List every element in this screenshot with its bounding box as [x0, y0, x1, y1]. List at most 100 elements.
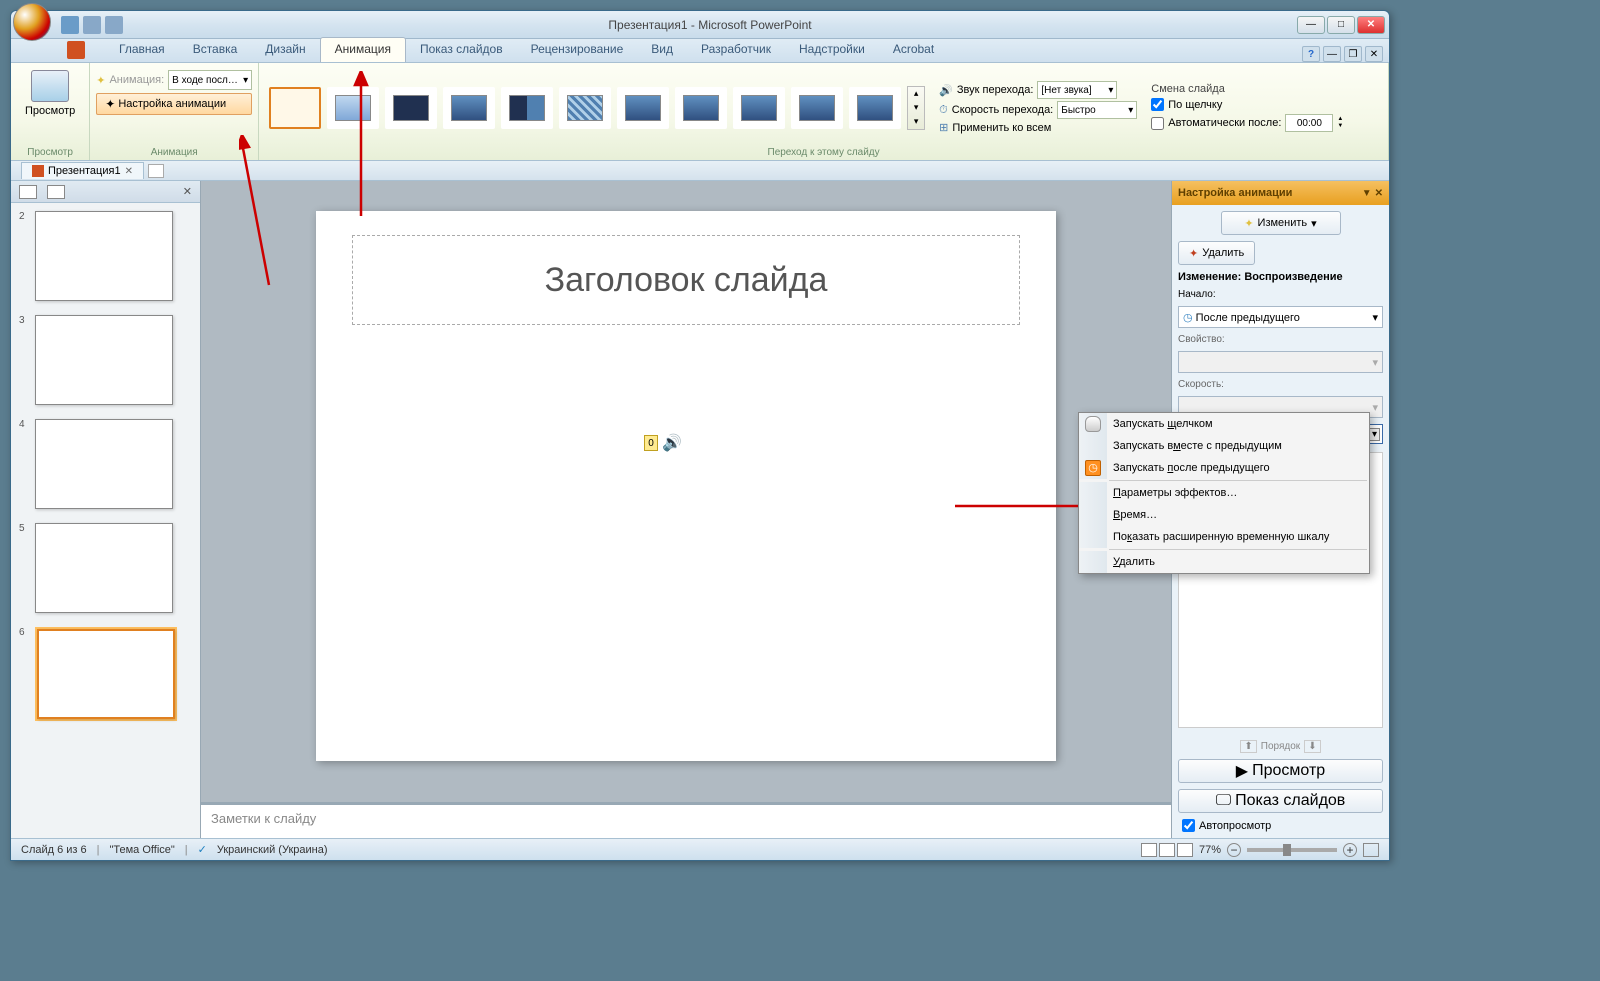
tab-home[interactable]: Главная [105, 38, 179, 62]
language-label[interactable]: Украинский (Украина) [217, 844, 328, 856]
maximize-button[interactable]: □ [1327, 16, 1355, 34]
transition-options: 🔊 Звук перехода: [Нет звука]▾ ⏱ Скорость… [929, 77, 1141, 134]
tab-developer[interactable]: Разработчик [687, 38, 785, 62]
sorter-view-icon[interactable] [1159, 843, 1175, 857]
slide[interactable]: Заголовок слайда 0 🔊 [316, 211, 1056, 761]
tab-view[interactable]: Вид [637, 38, 687, 62]
tab-animation[interactable]: Анимация [320, 37, 406, 62]
doc-close-button[interactable]: ✕ [1365, 46, 1383, 62]
slide-thumbnail[interactable]: 6 [19, 627, 192, 721]
save-icon[interactable] [61, 16, 79, 34]
pp-launch-icon[interactable] [67, 41, 85, 59]
slide-advance-group: Смена слайда По щелчку Автоматически пос… [1141, 79, 1351, 132]
ctx-start-onclick[interactable]: Запускать щелчком [1079, 413, 1369, 435]
preview-button[interactable]: Просмотр [17, 66, 83, 121]
star-icon: ✦ [96, 74, 105, 87]
speaker-icon: 🔊 [662, 433, 682, 453]
close-button[interactable]: ✕ [1357, 16, 1385, 34]
ctx-start-afterprev[interactable]: ◷ Запускать после предыдущего [1079, 457, 1369, 479]
redo-icon[interactable] [105, 16, 123, 34]
pane-preview-button[interactable]: ▶Просмотр [1178, 759, 1383, 783]
document-tab[interactable]: Презентация1 ✕ [21, 162, 144, 179]
tab-close-icon[interactable]: ✕ [125, 166, 133, 177]
tab-slideshow[interactable]: Показ слайдов [406, 38, 517, 62]
title-placeholder[interactable]: Заголовок слайда [352, 235, 1020, 325]
apply-to-all-button[interactable]: ⊞ Применить ко всем [939, 121, 1137, 134]
office-button[interactable] [13, 3, 51, 41]
speed-icon: ⏱ [939, 104, 948, 117]
tab-review[interactable]: Рецензирование [517, 38, 638, 62]
transition-more-button[interactable]: ▴▾▾ [907, 86, 925, 130]
lang-icon[interactable]: ✓ [198, 843, 207, 856]
autopreview-checkbox[interactable] [1182, 819, 1195, 832]
doc-tab-new-icon[interactable] [148, 164, 164, 178]
window-controls: — □ ✕ [1297, 16, 1385, 34]
ctx-effect-params[interactable]: Параметры эффектов… [1079, 482, 1369, 504]
undo-icon[interactable] [83, 16, 101, 34]
property-combo: ▾ [1178, 351, 1383, 373]
transition-none[interactable] [269, 87, 321, 129]
pane-menu-icon[interactable]: ▼ [1362, 188, 1372, 199]
slide-thumbnail[interactable]: 5 [19, 523, 192, 613]
help-icon[interactable]: ? [1302, 46, 1320, 62]
notes-pane[interactable]: Заметки к слайду [201, 802, 1171, 838]
pane-close-icon[interactable]: ✕ [1375, 188, 1383, 199]
slideshow-view-icon[interactable] [1177, 843, 1193, 857]
ctx-remove[interactable]: Удалить [1079, 551, 1369, 573]
ctx-start-withprev[interactable]: Запускать вместе с предыдущим [1079, 435, 1369, 457]
start-label: Начало: [1178, 289, 1383, 300]
slide-thumbnail[interactable]: 3 [19, 315, 192, 405]
panel-close-icon[interactable]: ✕ [183, 185, 192, 198]
normal-view-icon[interactable] [1141, 843, 1157, 857]
transition-sound-combo[interactable]: [Нет звука]▾ [1037, 81, 1117, 99]
slide-thumbnails: 2 3 4 5 6 [11, 203, 200, 838]
transition-item[interactable] [791, 87, 843, 129]
tab-addins[interactable]: Надстройки [785, 38, 879, 62]
zoom-in-icon[interactable]: + [1343, 843, 1357, 857]
tab-insert[interactable]: Вставка [179, 38, 252, 62]
transition-item[interactable] [733, 87, 785, 129]
minimize-button[interactable]: — [1297, 16, 1325, 34]
transition-item[interactable] [675, 87, 727, 129]
animation-combo[interactable]: В ходе посл…▾ [168, 70, 252, 90]
slide-canvas[interactable]: Заголовок слайда 0 🔊 [201, 181, 1171, 802]
transition-item[interactable] [617, 87, 669, 129]
tab-acrobat[interactable]: Acrobat [879, 38, 948, 62]
sound-object[interactable]: 0 🔊 [644, 433, 682, 453]
zoom-out-icon[interactable]: − [1227, 843, 1241, 857]
reorder-down-icon[interactable]: ⬇ [1304, 740, 1320, 753]
change-effect-button[interactable]: ✦Изменить▾ [1221, 211, 1341, 235]
reorder-up-icon[interactable]: ⬆ [1240, 740, 1256, 753]
auto-after-input[interactable] [1285, 114, 1333, 132]
transition-item[interactable] [385, 87, 437, 129]
ribbon: Просмотр Просмотр ✦ Анимация: В ходе пос… [11, 63, 1389, 161]
dropdown-icon[interactable]: ▾ [1369, 428, 1380, 441]
transition-item[interactable] [559, 87, 611, 129]
start-combo[interactable]: ◷ После предыдущего▾ [1178, 306, 1383, 328]
on-click-checkbox[interactable] [1151, 98, 1164, 111]
outline-view-icon[interactable] [47, 185, 65, 199]
doc-minimize-button[interactable]: — [1323, 46, 1341, 62]
slide-thumbnail[interactable]: 2 [19, 211, 192, 301]
remove-effect-button[interactable]: ✦Удалить [1178, 241, 1255, 265]
transition-item[interactable] [443, 87, 495, 129]
slides-view-icon[interactable] [19, 185, 37, 199]
tab-design[interactable]: Дизайн [251, 38, 319, 62]
speed-label: Скорость: [1178, 379, 1383, 390]
zoom-level[interactable]: 77% [1199, 844, 1221, 856]
apply-all-icon: ⊞ [939, 121, 948, 134]
zoom-slider[interactable] [1247, 848, 1337, 852]
pane-slideshow-button[interactable]: 🖵Показ слайдов [1178, 789, 1383, 813]
transition-item[interactable] [849, 87, 901, 129]
ctx-timing[interactable]: Время… [1079, 504, 1369, 526]
doc-restore-button[interactable]: ❐ [1344, 46, 1362, 62]
auto-after-checkbox[interactable] [1151, 117, 1164, 130]
transition-item[interactable] [501, 87, 553, 129]
transition-speed-combo[interactable]: Быстро▾ [1057, 101, 1137, 119]
fit-window-icon[interactable] [1363, 843, 1379, 857]
setup-animation-button[interactable]: ✦ Настройка анимации [96, 93, 252, 115]
ctx-show-timeline[interactable]: Показать расширенную временную шкалу [1079, 526, 1369, 548]
animation-order-badge: 0 [644, 435, 658, 451]
slide-thumbnail[interactable]: 4 [19, 419, 192, 509]
slideshow-icon: 🖵 [1216, 792, 1231, 810]
